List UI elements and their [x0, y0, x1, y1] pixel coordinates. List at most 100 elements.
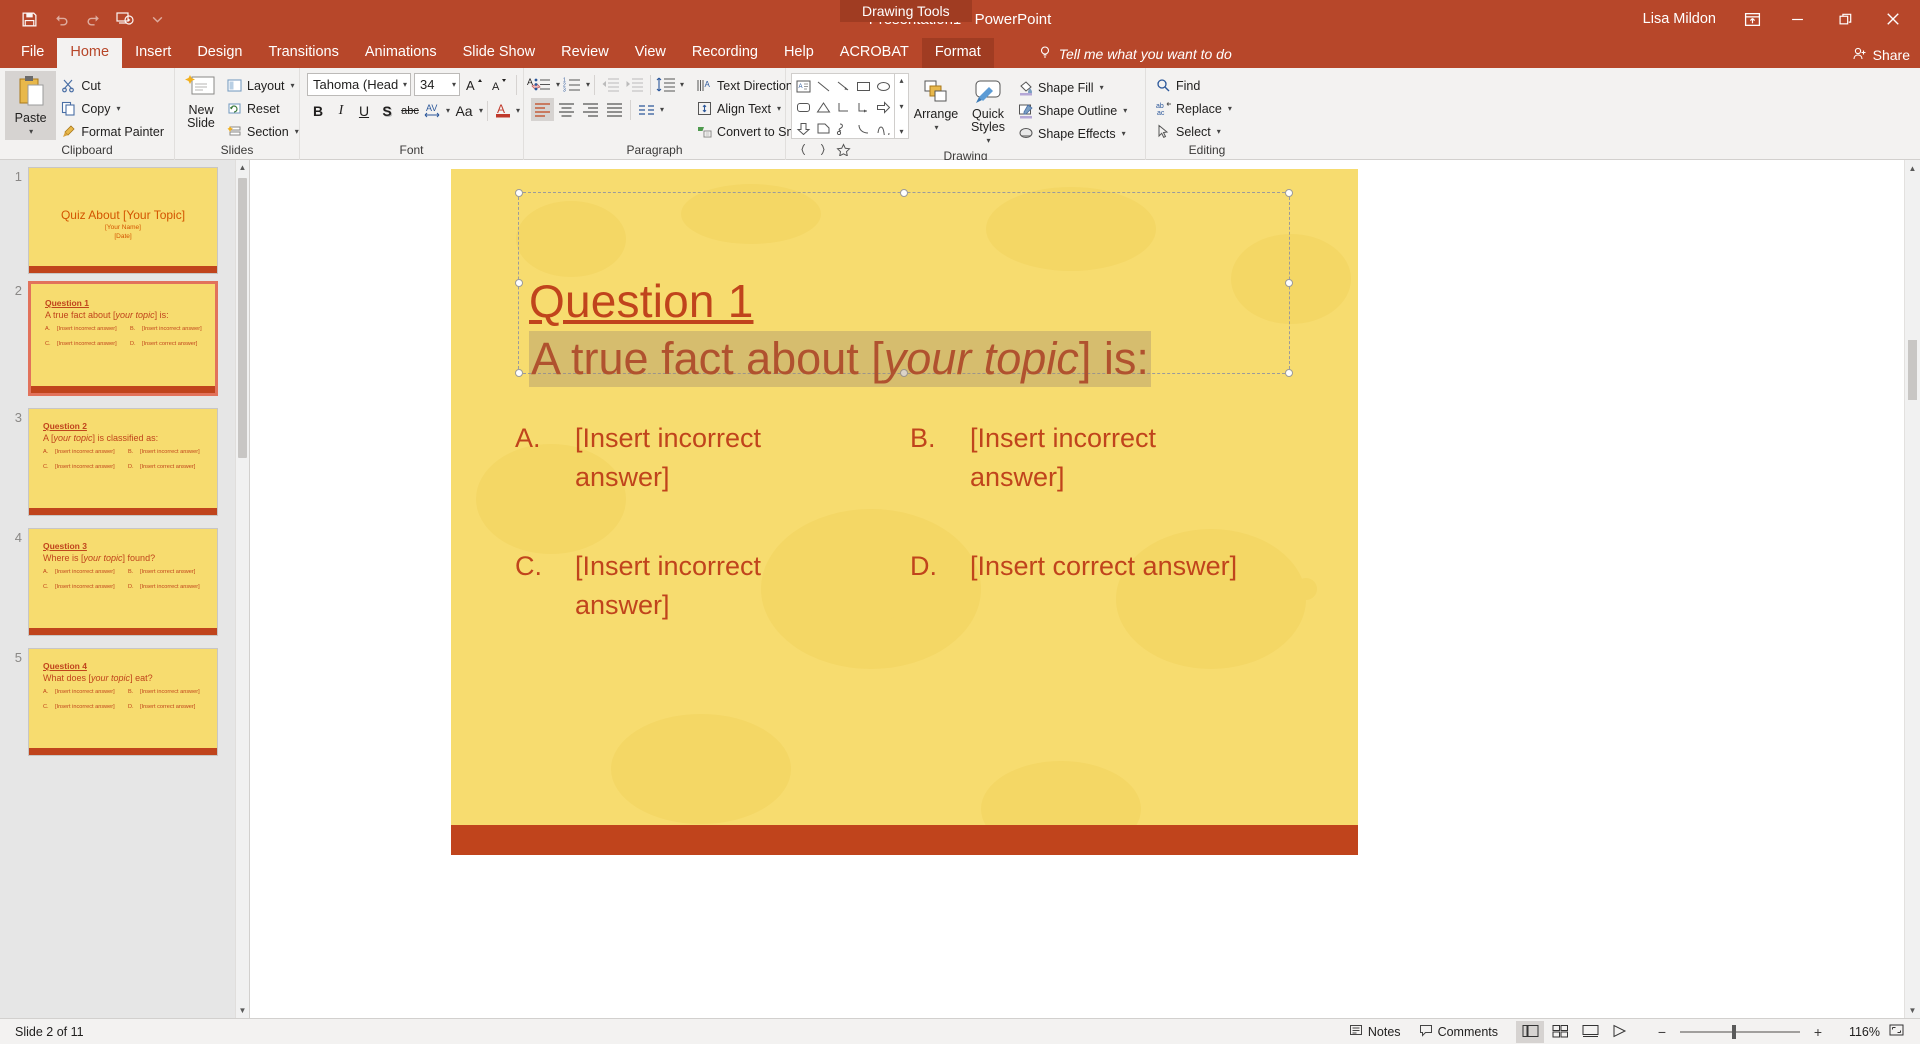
canvas-scrollbar[interactable]: ▲ ▼	[1904, 160, 1920, 1018]
layout-button[interactable]: Layout ▾	[222, 74, 304, 97]
pentagon-shape[interactable]	[813, 118, 833, 139]
copy-button[interactable]: Copy ▾	[56, 97, 169, 120]
align-left-button[interactable]	[531, 98, 554, 121]
redo-icon[interactable]	[78, 5, 108, 33]
line-shape[interactable]	[813, 76, 833, 97]
thumbnail-row[interactable]: 4 Question 3 Where is [your topic] found…	[0, 516, 249, 636]
shapes-gallery-scrollbar[interactable]: ▴ ▾ ▾	[895, 73, 909, 139]
shapes-more-icon[interactable]: ▾	[899, 127, 903, 136]
tab-design[interactable]: Design	[184, 38, 255, 68]
paste-button[interactable]: Paste ▾	[5, 71, 56, 140]
chevron-down-icon[interactable]: ▾	[556, 80, 560, 89]
arrow-shape[interactable]	[833, 76, 853, 97]
new-slide-button[interactable]: New Slide	[180, 71, 222, 132]
tab-format[interactable]: Format	[922, 38, 994, 68]
thumbnail-row[interactable]: 3 Question 2 A [your topic] is classifie…	[0, 396, 249, 516]
thumbnail-row[interactable]: 2 Question 1 A true fact about [your top…	[0, 274, 249, 396]
font-color-button[interactable]: A	[492, 99, 514, 122]
arrange-button[interactable]: Arrange ▾	[909, 73, 963, 136]
curve-shape[interactable]	[873, 118, 893, 139]
resize-handle-top-center[interactable]	[900, 189, 908, 197]
increase-font-size-button[interactable]: A	[463, 73, 485, 96]
tab-insert[interactable]: Insert	[122, 38, 184, 68]
resize-handle-bottom-right[interactable]	[1285, 369, 1293, 377]
tab-transitions[interactable]: Transitions	[255, 38, 351, 68]
thumbnail-row[interactable]: 5 Question 4 What does [your topic] eat?…	[0, 636, 249, 756]
bullets-button[interactable]	[531, 73, 554, 96]
close-icon[interactable]	[1870, 0, 1916, 38]
ribbon-display-options-icon[interactable]	[1732, 0, 1772, 38]
save-icon[interactable]	[14, 5, 44, 33]
thumbnails-scrollbar[interactable]: ▲ ▼	[235, 160, 249, 1018]
slide-thumbnail-5[interactable]: Question 4 What does [your topic] eat? A…	[28, 648, 218, 756]
shape-effects-button[interactable]: Shape Effects ▾	[1013, 122, 1132, 145]
format-painter-button[interactable]: Format Painter	[56, 120, 169, 143]
tab-acrobat[interactable]: ACROBAT	[827, 38, 922, 68]
zoom-knob[interactable]	[1732, 1025, 1736, 1039]
chevron-down-icon[interactable]: ▾	[586, 80, 590, 89]
chevron-down-icon[interactable]: ▾	[291, 81, 295, 90]
cut-button[interactable]: Cut	[56, 74, 169, 97]
slideshow-view-button[interactable]	[1606, 1021, 1634, 1043]
answer-c[interactable]: C. [Insert incorrect answer]	[515, 547, 910, 625]
right-arrow-shape[interactable]	[873, 97, 893, 118]
reset-button[interactable]: Reset	[222, 97, 304, 120]
elbow-arrow-shape[interactable]	[853, 97, 873, 118]
tab-view[interactable]: View	[622, 38, 679, 68]
elbow-connector-shape[interactable]	[833, 97, 853, 118]
resize-handle-middle-left[interactable]	[515, 279, 523, 287]
slide-thumbnail-2[interactable]: Question 1 A true fact about [your topic…	[28, 281, 218, 396]
columns-button[interactable]	[635, 98, 658, 121]
chevron-down-icon[interactable]: ▾	[516, 106, 520, 115]
replace-button[interactable]: abac Replace ▾	[1151, 97, 1237, 120]
chevron-down-icon[interactable]: ▾	[986, 134, 990, 147]
fit-slide-to-window-icon[interactable]	[1888, 1023, 1905, 1041]
scroll-up-icon[interactable]: ▴	[899, 76, 903, 85]
minimize-icon[interactable]	[1774, 0, 1820, 38]
current-slide[interactable]: ⟳ Question 1 A true fact about [your top…	[451, 169, 1358, 855]
justify-button[interactable]	[603, 98, 626, 121]
character-spacing-button[interactable]: AV	[422, 99, 444, 122]
strikethrough-button[interactable]: abc	[399, 99, 421, 122]
chevron-down-icon[interactable]: ▾	[29, 125, 33, 138]
zoom-percent[interactable]: 116%	[1836, 1025, 1880, 1039]
chevron-down-icon[interactable]: ▾	[1123, 106, 1127, 115]
increase-indent-button[interactable]	[623, 73, 646, 96]
slide-thumbnail-4[interactable]: Question 3 Where is [your topic] found? …	[28, 528, 218, 636]
slide-counter[interactable]: Slide 2 of 11	[6, 1019, 93, 1045]
quick-styles-button[interactable]: Quick Styles ▾	[963, 73, 1013, 149]
scroll-down-icon[interactable]: ▼	[1905, 1002, 1920, 1018]
chevron-down-icon[interactable]: ▾	[1100, 83, 1104, 92]
rounded-rectangle-shape[interactable]	[793, 97, 813, 118]
slide-sorter-view-button[interactable]	[1546, 1021, 1574, 1043]
share-button[interactable]: Share	[1852, 46, 1910, 64]
zoom-slider[interactable]	[1680, 1019, 1800, 1045]
text-shadow-button[interactable]: S	[376, 99, 398, 122]
answer-b[interactable]: B. [Insert incorrect answer]	[910, 419, 1305, 497]
tab-recording[interactable]: Recording	[679, 38, 771, 68]
reading-view-button[interactable]	[1576, 1021, 1604, 1043]
chevron-down-icon[interactable]: ▾	[479, 106, 483, 115]
triangle-shape[interactable]	[813, 97, 833, 118]
oval-shape[interactable]	[873, 76, 893, 97]
slide-answers[interactable]: A. [Insert incorrect answer] B. [Insert …	[515, 419, 1305, 675]
align-center-button[interactable]	[555, 98, 578, 121]
numbering-button[interactable]: 123	[561, 73, 584, 96]
tab-animations[interactable]: Animations	[352, 38, 450, 68]
answer-a[interactable]: A. [Insert incorrect answer]	[515, 419, 910, 497]
scroll-down-icon[interactable]: ▾	[899, 102, 903, 111]
comments-button[interactable]: Comments	[1410, 1019, 1507, 1045]
section-button[interactable]: Section ▾	[222, 120, 304, 143]
chevron-down-icon[interactable]: ▾	[660, 105, 664, 114]
scroll-up-icon[interactable]: ▲	[236, 160, 249, 175]
arc-shape[interactable]	[853, 118, 873, 139]
answer-d[interactable]: D. [Insert correct answer]	[910, 547, 1305, 625]
underline-button[interactable]: U	[353, 99, 375, 122]
tell-me-search[interactable]: Tell me what you want to do	[1038, 45, 1232, 68]
scroll-down-icon[interactable]: ▼	[236, 1003, 249, 1018]
slide-canvas-area[interactable]: ⟳ Question 1 A true fact about [your top…	[250, 160, 1920, 1018]
decrease-indent-button[interactable]	[599, 73, 622, 96]
tab-review[interactable]: Review	[548, 38, 622, 68]
rectangle-shape[interactable]	[853, 76, 873, 97]
chevron-down-icon[interactable]: ▾	[1122, 129, 1126, 138]
